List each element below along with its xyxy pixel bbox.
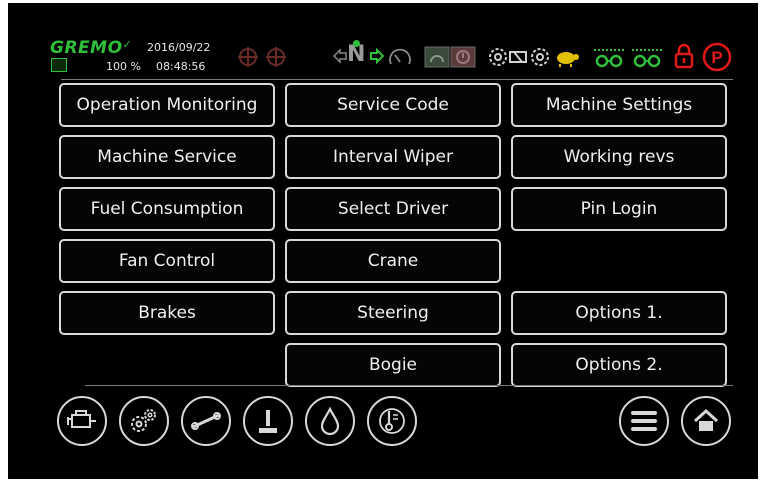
gear-outline-icon xyxy=(531,48,549,66)
interval-wiper-button[interactable]: Interval Wiper xyxy=(285,135,501,179)
service-code-button[interactable]: Service Code xyxy=(285,83,501,127)
lock-icon xyxy=(674,43,694,69)
machine-display: GREMO✓ 2016/09/22 100 % 08:48:56 N P Ope… xyxy=(48,36,748,456)
joystick-icon[interactable] xyxy=(243,396,293,446)
gear-indicator-dot xyxy=(353,40,360,47)
turn-right-icon xyxy=(370,48,385,64)
turn-left-icon xyxy=(332,48,347,64)
transmission-icon xyxy=(489,48,507,66)
thermometer-gauge-icon[interactable] xyxy=(367,396,417,446)
pin-login-button[interactable]: Pin Login xyxy=(511,187,727,231)
driveline-icon[interactable] xyxy=(181,396,231,446)
bottom-divider xyxy=(85,385,733,386)
display-bezel: GREMO✓ 2016/09/22 100 % 08:48:56 N P Ope… xyxy=(8,3,758,479)
signal-indicator xyxy=(51,58,67,72)
machine-service-button[interactable]: Machine Service xyxy=(59,135,275,179)
engine-oil-icon xyxy=(266,47,286,67)
axle-lock-icon xyxy=(632,49,662,68)
crane-button[interactable]: Crane xyxy=(285,239,501,283)
brakes-button[interactable]: Brakes xyxy=(59,291,275,335)
gears-icon[interactable] xyxy=(119,396,169,446)
working-revs-button[interactable]: Working revs xyxy=(511,135,727,179)
axle-lock-icon xyxy=(594,49,624,68)
fluid-drop-icon[interactable] xyxy=(305,396,355,446)
turtle-icon xyxy=(557,52,579,67)
status-date: 2016/09/22 xyxy=(147,41,211,54)
options-1-button[interactable]: Options 1. xyxy=(511,291,727,335)
svg-text:P: P xyxy=(711,48,722,67)
bogie-button[interactable]: Bogie xyxy=(285,343,501,387)
engine-icon[interactable] xyxy=(57,396,107,446)
operation-monitoring-button[interactable]: Operation Monitoring xyxy=(59,83,275,127)
machine-settings-button[interactable]: Machine Settings xyxy=(511,83,727,127)
status-divider xyxy=(61,79,733,80)
options-2-button[interactable]: Options 2. xyxy=(511,343,727,387)
home-icon[interactable] xyxy=(681,396,731,446)
gearbox-icon xyxy=(509,51,527,63)
menu-icon[interactable] xyxy=(619,396,669,446)
brand-logo: GREMO✓ xyxy=(50,38,133,58)
steering-button[interactable]: Steering xyxy=(285,291,501,335)
warning-lamp-icon xyxy=(450,46,476,68)
speedometer-icon xyxy=(389,48,411,65)
preheat-icon xyxy=(424,46,450,68)
select-driver-button[interactable]: Select Driver xyxy=(285,187,501,231)
parking-brake-icon: P xyxy=(702,42,732,72)
status-bar: GREMO✓ 2016/09/22 100 % 08:48:56 N P xyxy=(48,36,748,80)
status-percent: 100 % xyxy=(106,60,141,73)
status-time: 08:48:56 xyxy=(156,60,206,73)
fuel-consumption-button[interactable]: Fuel Consumption xyxy=(59,187,275,231)
fan-control-button[interactable]: Fan Control xyxy=(59,239,275,283)
